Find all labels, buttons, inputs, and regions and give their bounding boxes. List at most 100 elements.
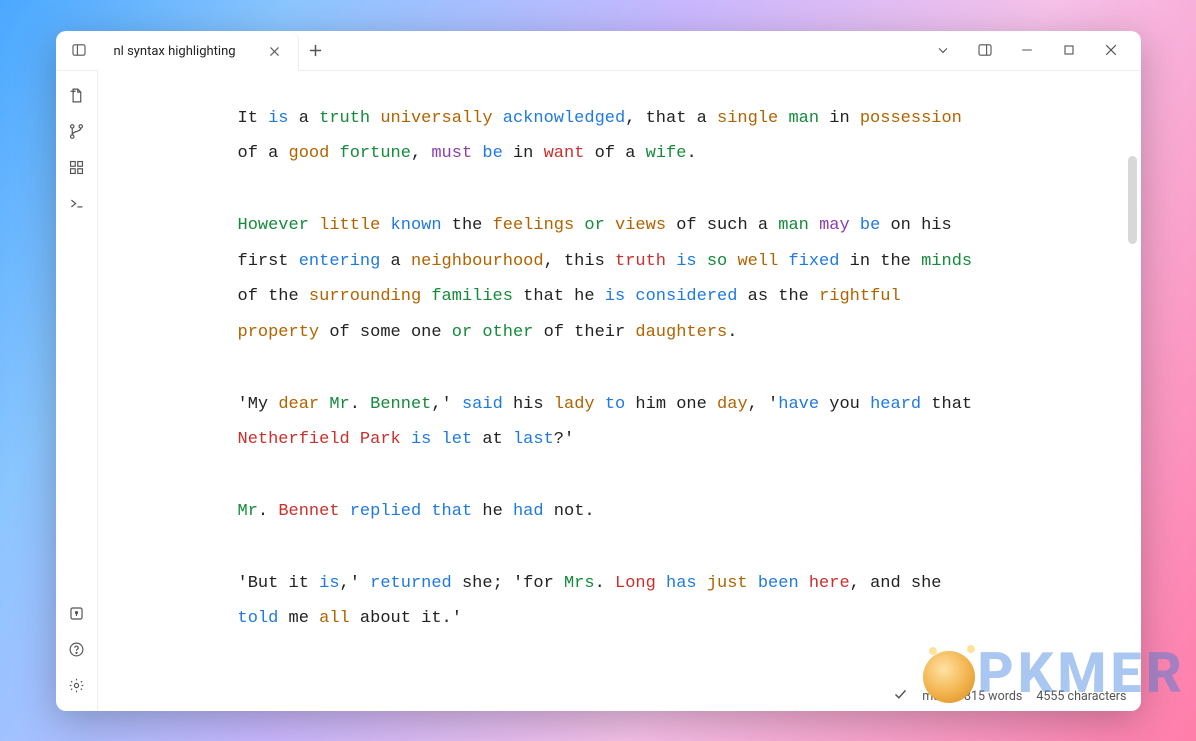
token: his xyxy=(503,395,554,414)
token: acknowledged xyxy=(503,109,625,128)
titlebar-right xyxy=(923,33,1135,67)
token: fixed xyxy=(788,252,839,271)
token: a xyxy=(380,252,411,271)
token: views xyxy=(615,216,666,235)
token: lady xyxy=(554,395,595,414)
token: he xyxy=(472,502,513,521)
token xyxy=(319,395,329,414)
left-rail xyxy=(56,71,98,711)
token: 'But it xyxy=(238,574,320,593)
token: is xyxy=(411,430,431,449)
token: be xyxy=(482,144,502,163)
token: me xyxy=(278,609,319,628)
token: be xyxy=(860,216,880,235)
app-body: It is a truth universally acknowledged, … xyxy=(56,71,1141,711)
token xyxy=(850,216,860,235)
file-icon[interactable] xyxy=(61,81,91,111)
token: that xyxy=(921,395,982,414)
grid-icon[interactable] xyxy=(61,153,91,183)
token: to xyxy=(605,395,625,414)
token: Park xyxy=(360,430,401,449)
status-chars[interactable]: 4555 characters xyxy=(1036,689,1126,704)
token: ,' xyxy=(431,395,462,414)
token xyxy=(472,144,482,163)
token: rightful xyxy=(819,287,901,306)
token xyxy=(666,252,676,271)
token: Mr xyxy=(238,502,258,521)
terminal-icon[interactable] xyxy=(61,189,91,219)
token: , ' xyxy=(748,395,779,414)
token: have xyxy=(778,395,819,414)
token xyxy=(574,216,584,235)
token: that he xyxy=(513,287,605,306)
token: Bennet xyxy=(278,502,339,521)
token: surrounding xyxy=(309,287,421,306)
token: known xyxy=(391,216,442,235)
token: ,' xyxy=(340,574,371,593)
status-branch[interactable]: main xyxy=(922,689,950,704)
token: Long xyxy=(615,574,656,593)
app-window: nl syntax highlighting xyxy=(56,31,1141,711)
token xyxy=(401,430,411,449)
token: , and she xyxy=(850,574,952,593)
token: , xyxy=(411,144,431,163)
token: said xyxy=(462,395,503,414)
bookmark-icon[interactable] xyxy=(61,599,91,629)
window-minimize-button[interactable] xyxy=(1007,33,1047,67)
editor-content[interactable]: It is a truth universally acknowledged, … xyxy=(98,71,1141,711)
token: not. xyxy=(544,502,595,521)
token: other xyxy=(482,323,533,342)
token: in the xyxy=(839,252,921,271)
token: It xyxy=(238,109,269,128)
window-maximize-button[interactable] xyxy=(1049,33,1089,67)
token: fortune xyxy=(340,144,411,163)
token: man xyxy=(778,216,809,235)
token xyxy=(595,395,605,414)
settings-icon[interactable] xyxy=(61,671,91,701)
window-close-button[interactable] xyxy=(1091,33,1131,67)
scrollbar-thumb[interactable] xyxy=(1128,156,1137,244)
token: Bennet xyxy=(370,395,431,414)
token: just xyxy=(707,574,748,593)
token: . xyxy=(595,574,615,593)
token: told xyxy=(238,609,279,628)
token: day xyxy=(717,395,748,414)
token xyxy=(431,430,441,449)
tab-close-button[interactable] xyxy=(266,42,284,60)
new-tab-button[interactable] xyxy=(299,33,333,67)
token: well xyxy=(737,252,778,271)
token xyxy=(350,430,360,449)
paragraph: 'But it is,' returned she; 'for Mrs. Lon… xyxy=(238,566,978,637)
token: in xyxy=(503,144,544,163)
token: let xyxy=(442,430,473,449)
token: had xyxy=(513,502,544,521)
toggle-sidebar-button[interactable] xyxy=(62,33,96,67)
token: returned xyxy=(370,574,452,593)
token: replied xyxy=(350,502,421,521)
help-icon[interactable] xyxy=(61,635,91,665)
token xyxy=(340,502,350,521)
status-bar: main 815 words 4555 characters xyxy=(879,683,1140,711)
branch-icon[interactable] xyxy=(61,117,91,147)
token: However xyxy=(238,216,309,235)
token: in xyxy=(819,109,860,128)
token xyxy=(605,216,615,235)
token: has xyxy=(666,574,697,593)
tab-active[interactable]: nl syntax highlighting xyxy=(98,32,299,71)
token xyxy=(421,287,431,306)
token: that xyxy=(431,502,472,521)
token: you xyxy=(819,395,870,414)
token: property xyxy=(238,323,320,342)
token: of their xyxy=(533,323,635,342)
paragraph: It is a truth universally acknowledged, … xyxy=(238,101,978,172)
toggle-right-panel-button[interactable] xyxy=(965,33,1005,67)
token: considered xyxy=(635,287,737,306)
token: wife xyxy=(646,144,687,163)
token: or xyxy=(452,323,472,342)
status-words[interactable]: 815 words xyxy=(964,689,1022,704)
token: 'My xyxy=(238,395,279,414)
token xyxy=(493,109,503,128)
dropdown-button[interactable] xyxy=(923,33,963,67)
token xyxy=(809,216,819,235)
check-icon xyxy=(893,687,908,706)
